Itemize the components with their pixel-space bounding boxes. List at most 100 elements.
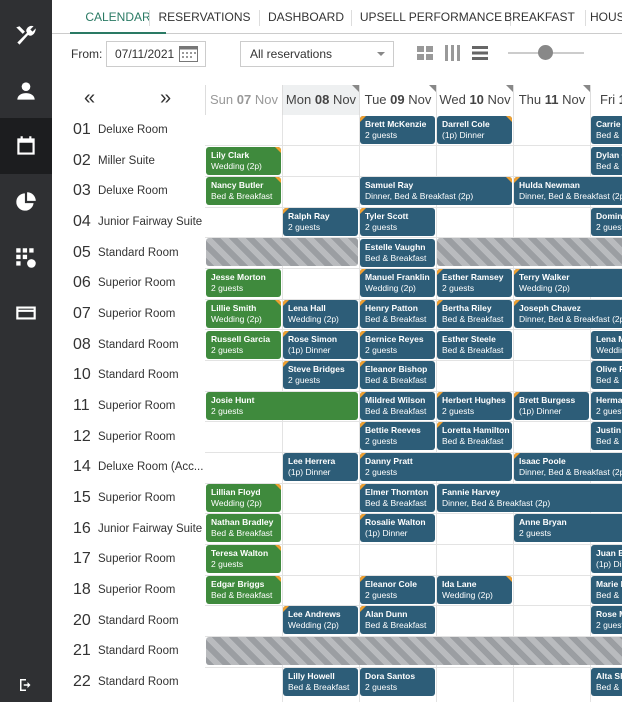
booking[interactable]: Bettie Reeves 2 guests: [360, 422, 435, 450]
booking[interactable]: Steve Bridges 2 guests: [283, 361, 358, 389]
booking[interactable]: Anne Bryan 2 guests: [514, 514, 622, 542]
booking[interactable]: Alta ShBed & B: [591, 668, 622, 696]
booking[interactable]: Olive FBed & B: [591, 361, 622, 389]
booking[interactable]: Rosalie Walton (1p) Dinner: [360, 514, 435, 542]
booking[interactable]: Herbert Hughes 2 guests: [437, 392, 512, 420]
next-week-button[interactable]: »: [160, 88, 171, 108]
booking[interactable]: Brett McKenzie 2 guests: [360, 116, 435, 144]
booking[interactable]: Mildred Wilson Bed & Breakfast: [360, 392, 435, 420]
booking[interactable]: Lena M Weddin: [591, 331, 622, 359]
booking[interactable]: Rose Simon (1p) Dinner: [283, 331, 358, 359]
room-row[interactable]: 02 Miller Suite: [70, 146, 205, 176]
day-header[interactable]: Wed 10 Nov: [436, 85, 513, 115]
room-row[interactable]: 03 Deluxe Room: [70, 176, 205, 206]
room-row[interactable]: 01 Deluxe Room: [70, 115, 205, 145]
booking[interactable]: Tyler Scott 2 guests: [360, 208, 435, 236]
day-header[interactable]: Mon 08 Nov: [282, 85, 359, 115]
booking[interactable]: Lena Hall Wedding (2p): [283, 300, 358, 328]
booking[interactable]: Brett Burgess (1p) Dinner: [514, 392, 589, 420]
room-row[interactable]: 17 Superior Room: [70, 544, 205, 574]
booking[interactable]: Carrie CBed & B: [591, 116, 622, 144]
booking[interactable]: Rose M2 guest: [591, 606, 622, 634]
booking[interactable]: Marie EBed & B: [591, 576, 622, 604]
room-row[interactable]: 10 Standard Room: [70, 360, 205, 390]
room-row[interactable]: 04 Junior Fairway Suite: [70, 207, 205, 237]
booking[interactable]: Esther Steele Bed & Breakfast: [437, 331, 512, 359]
booking[interactable]: Eleanor Cole 2 guests: [360, 576, 435, 604]
booking[interactable]: Juan B(1p) Din: [591, 545, 622, 573]
room-row[interactable]: 21 Standard Room: [70, 636, 205, 666]
booking[interactable]: Darrell Cole (1p) Dinner: [437, 116, 512, 144]
booking[interactable]: Esther Ramsey 2 guests: [437, 269, 512, 297]
columns-view-icon[interactable]: [445, 45, 461, 61]
booking[interactable]: Samuel Ray Dinner, Bed & Breakfast (2p): [360, 177, 512, 205]
day-header[interactable]: Thu 11 Nov: [513, 85, 590, 115]
room-row[interactable]: 08 Standard Room: [70, 330, 205, 360]
day-header[interactable]: Tue 09 Nov: [359, 85, 436, 115]
booking[interactable]: Joseph Chavez Dinner, Bed & Breakfast (2p…: [514, 300, 622, 328]
reservation-filter-select[interactable]: All reservations: [240, 41, 394, 67]
booking[interactable]: Domini 2 guest: [591, 208, 622, 236]
booking[interactable]: JustinBed & B: [591, 422, 622, 450]
sidebar-calendar[interactable]: [0, 118, 52, 174]
tab-dashboard[interactable]: DASHBOARD: [260, 0, 352, 34]
zoom-slider-handle[interactable]: [538, 45, 553, 60]
room-row[interactable]: 16 Junior Fairway Suite: [70, 514, 205, 544]
booking[interactable]: Bertha Riley Bed & Breakfast: [437, 300, 512, 328]
room-row[interactable]: 05 Standard Room: [70, 238, 205, 268]
booking[interactable]: Lillian Floyd Wedding (2p): [206, 484, 281, 512]
booking[interactable]: Manuel Franklin Wedding (2p): [360, 269, 435, 297]
booking[interactable]: Terry Walker Wedding (2p): [514, 269, 622, 297]
tab-reservations[interactable]: RESERVATIONS: [150, 0, 259, 34]
booking[interactable]: Nathan Bradley Bed & Breakfast: [206, 514, 281, 542]
room-row[interactable]: 22 Standard Room: [70, 667, 205, 697]
booking[interactable]: Russell Garcia 2 guests: [206, 331, 281, 359]
list-view-icon[interactable]: [472, 45, 488, 61]
booking[interactable]: Lilly Howell Bed & Breakfast: [283, 668, 358, 696]
booking[interactable]: Eleanor Bishop Bed & Breakfast: [360, 361, 435, 389]
booking[interactable]: Bernice Reyes 2 guests: [360, 331, 435, 359]
prev-week-button[interactable]: «: [84, 88, 95, 108]
booking[interactable]: Josie Hunt 2 guests: [206, 392, 358, 420]
booking[interactable]: Ralph Ray 2 guests: [283, 208, 358, 236]
tab-housekeeping[interactable]: HOUS: [590, 0, 622, 34]
booking[interactable]: Lily Clark Wedding (2p): [206, 147, 281, 175]
sidebar-payments[interactable]: [0, 285, 52, 341]
booking[interactable]: Estelle Vaughn Bed & Breakfast: [360, 239, 435, 267]
booking[interactable]: Henry Patton Bed & Breakfast: [360, 300, 435, 328]
day-header[interactable]: Fri 1: [590, 85, 622, 115]
room-row[interactable]: 15 Superior Room: [70, 483, 205, 513]
sidebar-tools[interactable]: [0, 8, 52, 64]
booking[interactable]: Teresa Walton 2 guests: [206, 545, 281, 573]
booking[interactable]: Nancy Butler Bed & Breakfast: [206, 177, 281, 205]
tab-upsell-performance[interactable]: UPSELL PERFORMANCE: [352, 0, 510, 34]
booking[interactable]: Herma 2 guest: [591, 392, 622, 420]
booking[interactable]: Hulda Newman Dinner, Bed & Breakfast (2p): [514, 177, 622, 205]
calendar-picker-icon[interactable]: [179, 45, 198, 62]
booking[interactable]: Dylan CBed & B: [591, 147, 622, 175]
room-row[interactable]: 06 Superior Room: [70, 268, 205, 298]
room-row[interactable]: 11 Superior Room: [70, 391, 205, 421]
sidebar-profile[interactable]: [0, 63, 52, 119]
room-row[interactable]: 18 Superior Room: [70, 575, 205, 605]
sidebar-schedule[interactable]: [0, 230, 52, 286]
booking[interactable]: Alan Dunn Bed & Breakfast: [360, 606, 435, 634]
booking[interactable]: Lee Andrews Wedding (2p): [283, 606, 358, 634]
booking[interactable]: Edgar Briggs Bed & Breakfast: [206, 576, 281, 604]
day-header[interactable]: Sun 07 Nov: [205, 85, 282, 115]
room-row[interactable]: 14 Deluxe Room (Acc...: [70, 452, 205, 482]
booking[interactable]: Fannie Harvey Dinner, Bed & Breakfast (2p…: [437, 484, 622, 512]
sidebar-logout[interactable]: [0, 657, 52, 702]
grid-view-icon[interactable]: [417, 45, 433, 61]
booking[interactable]: Dora Santos 2 guests: [360, 668, 435, 696]
room-row[interactable]: 07 Superior Room: [70, 299, 205, 329]
booking[interactable]: Ida Lane Wedding (2p): [437, 576, 512, 604]
booking[interactable]: Lillie Smith Wedding (2p): [206, 300, 281, 328]
sidebar-reports[interactable]: [0, 174, 52, 230]
booking[interactable]: Jesse Morton 2 guests: [206, 269, 281, 297]
room-row[interactable]: 20 Standard Room: [70, 606, 205, 636]
booking[interactable]: Elmer Thornton Bed & Breakfast: [360, 484, 435, 512]
room-row[interactable]: 12 Superior Room: [70, 422, 205, 452]
tab-breakfast[interactable]: BREAKFAST: [500, 0, 579, 34]
booking[interactable]: Isaac Poole Dinner, Bed & Breakfast (2p): [514, 453, 622, 481]
